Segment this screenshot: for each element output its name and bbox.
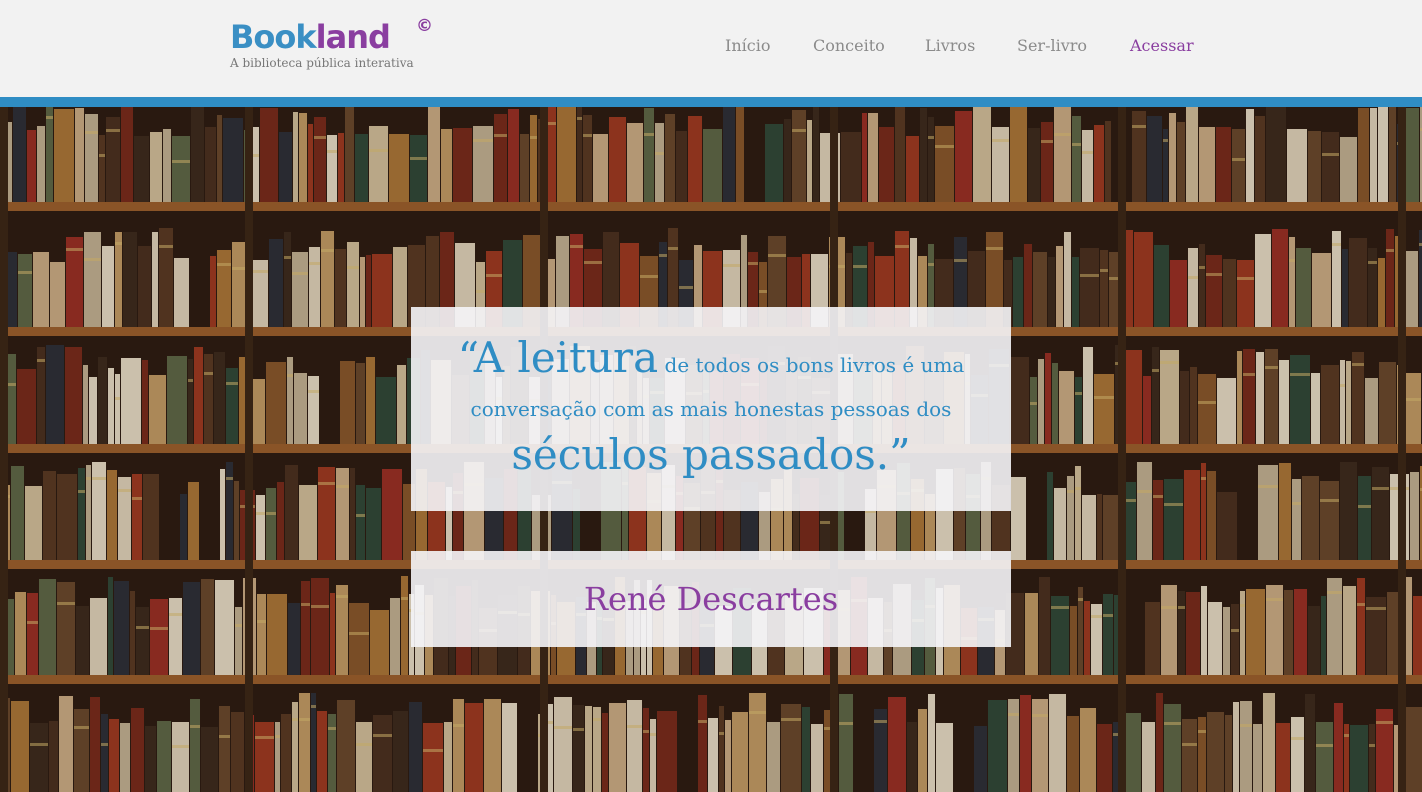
site-header: Bookland © A biblioteca pública interati…	[0, 0, 1422, 97]
quote-close-mark: ”	[889, 430, 911, 479]
quote-line-1-rest: de todos os bons livros é uma	[658, 353, 965, 377]
quote-box: “A leitura de todos os bons livros é uma…	[411, 307, 1011, 511]
nav-item-inicio[interactable]: Início	[725, 36, 770, 55]
nav-item-livros[interactable]: Livros	[925, 36, 975, 55]
author-box: René Descartes	[411, 551, 1011, 647]
quote-line-3: séculos passados.”	[411, 426, 1011, 484]
quote-open-mark: “	[457, 333, 474, 382]
quote-line-3-text: séculos passados.	[511, 430, 890, 479]
quote-line-1: “A leitura de todos os bons livros é uma	[411, 331, 1011, 392]
main-nav: Início Conceito Livros Ser-livro Acessar	[0, 36, 1422, 60]
quote-line-2: conversação com as mais honestas pessoas…	[470, 397, 952, 421]
nav-item-acessar[interactable]: Acessar	[1130, 36, 1194, 55]
quote-author: René Descartes	[583, 580, 839, 618]
quote-lead: A leitura	[473, 333, 659, 382]
nav-item-conceito[interactable]: Conceito	[813, 36, 885, 55]
hero-section: “A leitura de todos os bons livros é uma…	[0, 107, 1422, 792]
nav-item-ser-livro[interactable]: Ser-livro	[1017, 36, 1087, 55]
copyright-icon: ©	[416, 16, 433, 36]
header-accent-stripe	[0, 97, 1422, 107]
